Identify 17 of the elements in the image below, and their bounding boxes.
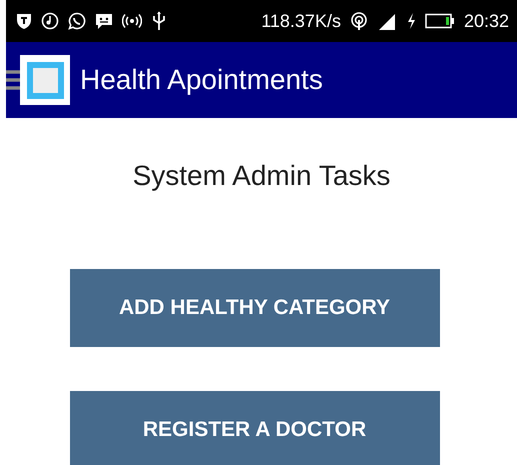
menu-icon[interactable] (6, 68, 20, 92)
battery-icon (424, 13, 455, 29)
page-heading: System Admin Tasks (132, 159, 390, 193)
task-button[interactable]: REGISTER A DOCTOR (70, 391, 440, 465)
hotspot-icon (350, 11, 368, 31)
charging-icon (406, 12, 416, 30)
message-icon (95, 12, 113, 30)
app-logo-icon (20, 55, 70, 105)
usb-icon (151, 11, 167, 31)
shield-icon (16, 12, 32, 30)
broadcast-icon (122, 13, 142, 29)
clock-time: 20:32 (464, 10, 509, 32)
music-icon (41, 12, 59, 30)
task-button[interactable]: ADD HEALTHY CATEGORY (70, 269, 440, 347)
app-title: Health Apointments (80, 64, 323, 96)
network-speed: 118.37K/s (261, 10, 341, 32)
chat-icon (68, 12, 86, 30)
